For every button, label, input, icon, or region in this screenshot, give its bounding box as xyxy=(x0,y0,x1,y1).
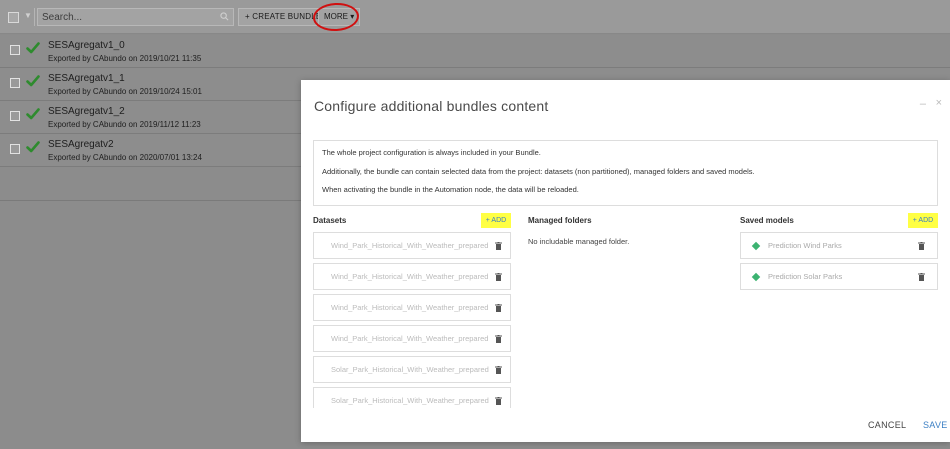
managed-folders-empty-text: No includable managed folder. xyxy=(528,237,630,246)
datasets-list[interactable]: Wind_Park_Historical_With_Weather_prepar… xyxy=(313,232,511,408)
saved-model-icon xyxy=(751,241,761,251)
select-dropdown-caret-icon[interactable]: ▼ xyxy=(24,11,32,20)
search-input[interactable] xyxy=(38,9,213,25)
trash-icon[interactable] xyxy=(495,335,502,343)
saved-model-item: Prediction Solar Parks xyxy=(740,263,938,290)
info-text: The whole project configuration is alway… xyxy=(322,148,541,157)
trash-icon[interactable] xyxy=(918,273,925,281)
trash-icon[interactable] xyxy=(495,397,502,405)
dataset-item: Solar_Park_Historical_With_Weather_prepa… xyxy=(313,387,511,408)
bundle-name[interactable]: SESAgregatv2 xyxy=(48,139,114,150)
trash-icon[interactable] xyxy=(495,242,502,250)
dataset-item: Solar_Park_Historical_With_Weather_prepa… xyxy=(313,356,511,383)
toolbar-divider xyxy=(34,8,35,26)
dataset-name: Wind_Park_Historical_With_Weather_prepar… xyxy=(331,241,489,250)
bundle-name[interactable]: SESAgregatv1_0 xyxy=(48,40,125,51)
managed-folders-header: Managed folders xyxy=(528,216,592,225)
minimize-icon[interactable]: – xyxy=(920,98,926,110)
checkmark-icon xyxy=(26,75,40,87)
annotation-circle xyxy=(312,1,360,33)
search-box[interactable] xyxy=(37,8,234,26)
info-text: When activating the bundle in the Automa… xyxy=(322,185,579,194)
saved-model-name: Prediction Solar Parks xyxy=(768,272,843,281)
checkmark-icon xyxy=(26,42,40,54)
dataset-name: Wind_Park_Historical_With_Weather_prepar… xyxy=(331,272,489,281)
info-text: Additionally, the bundle can contain sel… xyxy=(322,166,755,176)
modal-title: Configure additional bundles content xyxy=(314,98,549,114)
saved-model-name: Prediction Wind Parks xyxy=(768,241,842,250)
bundle-name[interactable]: SESAgregatv1_2 xyxy=(48,106,125,117)
checkmark-icon xyxy=(26,108,40,120)
row-checkbox[interactable] xyxy=(10,78,20,88)
saved-model-icon xyxy=(751,272,761,282)
bundle-export-info: Exported by CAbundo on 2019/10/24 15:01 xyxy=(48,87,202,96)
select-all-checkbox[interactable] xyxy=(8,12,19,23)
datasets-header: Datasets xyxy=(313,216,347,225)
trash-icon[interactable] xyxy=(495,304,502,312)
trash-icon[interactable] xyxy=(495,273,502,281)
dataset-item: Wind_Park_Historical_With_Weather_prepar… xyxy=(313,294,511,321)
bundle-export-info: Exported by CAbundo on 2020/07/01 13:24 xyxy=(48,153,202,162)
saved-model-item: Prediction Wind Parks xyxy=(740,232,938,259)
row-checkbox[interactable] xyxy=(10,45,20,55)
bundle-row[interactable]: SESAgregatv1_0 Exported by CAbundo on 20… xyxy=(0,35,950,68)
dataset-name: Wind_Park_Historical_With_Weather_prepar… xyxy=(331,303,489,312)
bundle-export-info: Exported by CAbundo on 2019/10/21 11:35 xyxy=(48,54,202,63)
search-icon[interactable] xyxy=(220,12,229,21)
add-saved-model-button[interactable]: + ADD xyxy=(908,213,938,228)
configure-bundle-content-modal: Configure additional bundles content – ×… xyxy=(301,80,950,442)
toolbar: ▼ + CREATE BUNDLE MORE ▾ xyxy=(0,0,950,34)
cancel-button[interactable]: CANCEL xyxy=(868,420,906,430)
dataset-item: Wind_Park_Historical_With_Weather_prepar… xyxy=(313,325,511,352)
close-icon[interactable]: × xyxy=(936,97,942,109)
dataset-item: Wind_Park_Historical_With_Weather_prepar… xyxy=(313,232,511,259)
dataset-item: Wind_Park_Historical_With_Weather_prepar… xyxy=(313,263,511,290)
info-box: The whole project configuration is alway… xyxy=(313,140,938,206)
trash-icon[interactable] xyxy=(918,242,925,250)
bundle-name[interactable]: SESAgregatv1_1 xyxy=(48,73,125,84)
bundle-export-info: Exported by CAbundo on 2019/11/12 11:23 xyxy=(48,120,201,129)
save-button[interactable]: SAVE xyxy=(923,420,948,430)
saved-models-header: Saved models xyxy=(740,216,794,225)
checkmark-icon xyxy=(26,141,40,153)
row-checkbox[interactable] xyxy=(10,111,20,121)
add-dataset-button[interactable]: + ADD xyxy=(481,213,511,228)
row-checkbox[interactable] xyxy=(10,144,20,154)
dataset-name: Solar_Park_Historical_With_Weather_prepa… xyxy=(331,365,489,374)
dataset-name: Wind_Park_Historical_With_Weather_prepar… xyxy=(331,334,489,343)
dataset-name: Solar_Park_Historical_With_Weather_prepa… xyxy=(331,396,489,405)
trash-icon[interactable] xyxy=(495,366,502,374)
